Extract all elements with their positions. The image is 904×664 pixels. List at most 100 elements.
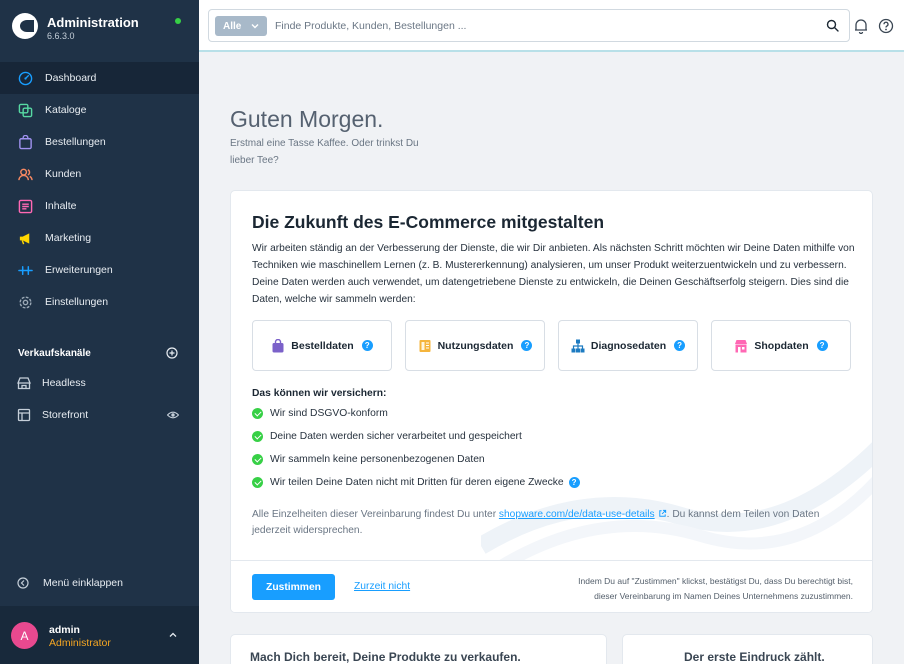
tile-label: Shopdaten bbox=[754, 339, 809, 352]
add-sales-channel-icon[interactable] bbox=[166, 347, 178, 359]
sidebar-item-orders[interactable]: Bestellungen bbox=[0, 126, 199, 158]
card-description: Wir arbeiten ständig an der Verbesserung… bbox=[252, 243, 855, 305]
list-item: Wir sammeln keine personenbezogenen Date… bbox=[252, 454, 485, 465]
avatar: A bbox=[11, 622, 38, 649]
question-mark-icon[interactable]: ? bbox=[816, 340, 828, 351]
list-item: Deine Daten werden sicher verarbeitet un… bbox=[252, 431, 522, 442]
chevron-down-icon bbox=[251, 24, 259, 29]
sidebar: Administration 6.6.3.0 Dashboard Katalog… bbox=[0, 0, 199, 664]
eye-icon[interactable] bbox=[167, 409, 179, 421]
accept-button[interactable]: Zustimmen bbox=[252, 574, 335, 600]
sales-channels-title: Verkaufskanäle bbox=[18, 348, 91, 359]
app-version: 6.6.3.0 bbox=[47, 31, 75, 41]
greeting-title: Guten Morgen. bbox=[230, 106, 384, 132]
shop-icon bbox=[735, 339, 748, 352]
settings-icon bbox=[17, 294, 33, 310]
assurance-text: Wir sammeln keine personenbezogenen Date… bbox=[270, 454, 485, 465]
decline-button[interactable]: Zurzeit nicht bbox=[354, 581, 410, 592]
user-role: Administrator bbox=[49, 637, 111, 649]
data-use-details-link[interactable]: shopware.com/de/data-use-details bbox=[499, 509, 655, 520]
search-type-label: Alle bbox=[223, 20, 242, 32]
user-name: admin bbox=[49, 624, 80, 636]
main-navigation: Dashboard Kataloge Bestellungen Kunden I… bbox=[0, 62, 199, 318]
document-icon bbox=[419, 339, 431, 352]
tile-shop-data[interactable]: Shopdaten ? bbox=[711, 320, 851, 371]
status-online-icon bbox=[175, 18, 181, 24]
checkmark-icon bbox=[252, 454, 263, 465]
checkmark-icon bbox=[252, 408, 263, 419]
search-input[interactable] bbox=[275, 15, 815, 37]
search-icon[interactable] bbox=[826, 19, 839, 32]
sidebar-item-marketing[interactable]: Marketing bbox=[0, 222, 199, 254]
tile-label: Bestelldaten bbox=[291, 339, 354, 352]
assurance-text: Wir teilen Deine Daten nicht mit Dritten… bbox=[270, 477, 564, 488]
sidebar-item-settings[interactable]: Einstellungen bbox=[0, 286, 199, 318]
sidebar-item-customers[interactable]: Kunden bbox=[0, 158, 199, 190]
assurance-title: Das können wir versichern: bbox=[252, 388, 387, 399]
orders-icon bbox=[17, 134, 33, 150]
shopware-logo-icon[interactable] bbox=[12, 13, 38, 39]
sidebar-item-label: Erweiterungen bbox=[45, 264, 113, 276]
sidebar-item-label: Einstellungen bbox=[45, 296, 109, 308]
list-item: Wir teilen Deine Daten nicht mit Dritten… bbox=[252, 477, 580, 488]
assurance-text: Wir sind DSGVO-konform bbox=[270, 408, 388, 419]
tile-label: Nutzungsdaten bbox=[437, 339, 514, 352]
question-mark-icon[interactable]: ? bbox=[568, 477, 580, 488]
collapse-menu-label: Menü einklappen bbox=[43, 577, 123, 589]
sidebar-item-label: Marketing bbox=[45, 232, 92, 244]
external-link-icon bbox=[658, 509, 666, 517]
sidebar-item-catalogues[interactable]: Kataloge bbox=[0, 94, 199, 126]
marketing-icon bbox=[17, 230, 33, 246]
sidebar-item-label: Bestellungen bbox=[45, 136, 106, 148]
sidebar-item-extensions[interactable]: Erweiterungen bbox=[0, 254, 199, 286]
tile-diagnostic-data[interactable]: Diagnosedaten ? bbox=[558, 320, 698, 371]
sidebar-item-dashboard[interactable]: Dashboard bbox=[0, 62, 199, 94]
storefront-icon bbox=[17, 408, 31, 422]
details-text: Alle Einzelheiten dieser Vereinbarung fi… bbox=[252, 507, 852, 539]
card-title: Die Zukunft des E-Commerce mitgestalten bbox=[252, 212, 605, 232]
sidebar-item-label: Inhalte bbox=[45, 200, 77, 212]
card-title: Mach Dich bereit, Deine Produkte zu verk… bbox=[250, 650, 521, 664]
catalog-icon bbox=[17, 102, 33, 118]
sales-channel-label: Storefront bbox=[42, 409, 89, 421]
sidebar-item-label: Kunden bbox=[45, 168, 82, 180]
greeting-subtitle: Erstmal eine Tasse Kaffee. Oder trinkst … bbox=[230, 138, 419, 166]
tile-order-data[interactable]: Bestelldaten ? bbox=[252, 320, 392, 371]
checkmark-icon bbox=[252, 477, 263, 488]
chevron-up-icon[interactable] bbox=[168, 630, 178, 640]
sidebar-item-label: Dashboard bbox=[45, 72, 97, 84]
sidebar-item-content[interactable]: Inhalte bbox=[0, 190, 199, 222]
getting-started-card: Mach Dich bereit, Deine Produkte zu verk… bbox=[230, 634, 607, 664]
list-item: Wir sind DSGVO-konform bbox=[252, 408, 388, 419]
decorative-wave bbox=[481, 442, 872, 566]
sales-channel-storefront[interactable]: Storefront bbox=[0, 400, 199, 430]
brand-header: Administration 6.6.3.0 bbox=[0, 0, 199, 52]
card-title: Der erste Eindruck zählt. bbox=[684, 650, 825, 664]
assurance-text: Deine Daten werden sicher verarbeitet un… bbox=[270, 431, 522, 442]
question-mark-icon[interactable]: ? bbox=[674, 340, 686, 351]
card-footer: Zustimmen Zurzeit nicht Indem Du auf "Zu… bbox=[231, 560, 872, 612]
customers-icon bbox=[17, 166, 33, 182]
consent-note: Indem Du auf "Zustimmen" klickst, bestät… bbox=[578, 576, 853, 601]
question-mark-icon[interactable]: ? bbox=[521, 340, 533, 351]
search-type-dropdown[interactable]: Alle bbox=[215, 16, 267, 36]
app-title: Administration bbox=[47, 15, 139, 30]
sales-channel-label: Headless bbox=[42, 377, 86, 389]
checkmark-icon bbox=[252, 431, 263, 442]
details-before: Alle Einzelheiten dieser Vereinbarung fi… bbox=[252, 509, 499, 520]
top-bar: Alle bbox=[199, 0, 904, 52]
dashboard-icon bbox=[17, 70, 33, 86]
user-menu[interactable]: A admin Administrator bbox=[0, 606, 199, 664]
help-icon[interactable] bbox=[878, 18, 894, 34]
sales-channel-headless[interactable]: Headless bbox=[0, 368, 199, 398]
question-mark-icon[interactable]: ? bbox=[361, 340, 373, 351]
bell-icon[interactable] bbox=[853, 18, 869, 34]
first-impression-card: Der erste Eindruck zählt. bbox=[622, 634, 873, 664]
tile-usage-data[interactable]: Nutzungsdaten ? bbox=[405, 320, 545, 371]
collapse-menu-button[interactable]: Menü einklappen bbox=[17, 577, 123, 589]
content-icon bbox=[17, 198, 33, 214]
global-search: Alle bbox=[208, 9, 850, 42]
hierarchy-icon bbox=[571, 339, 585, 352]
collapse-icon bbox=[17, 577, 29, 589]
tile-label: Diagnosedaten bbox=[590, 339, 667, 352]
